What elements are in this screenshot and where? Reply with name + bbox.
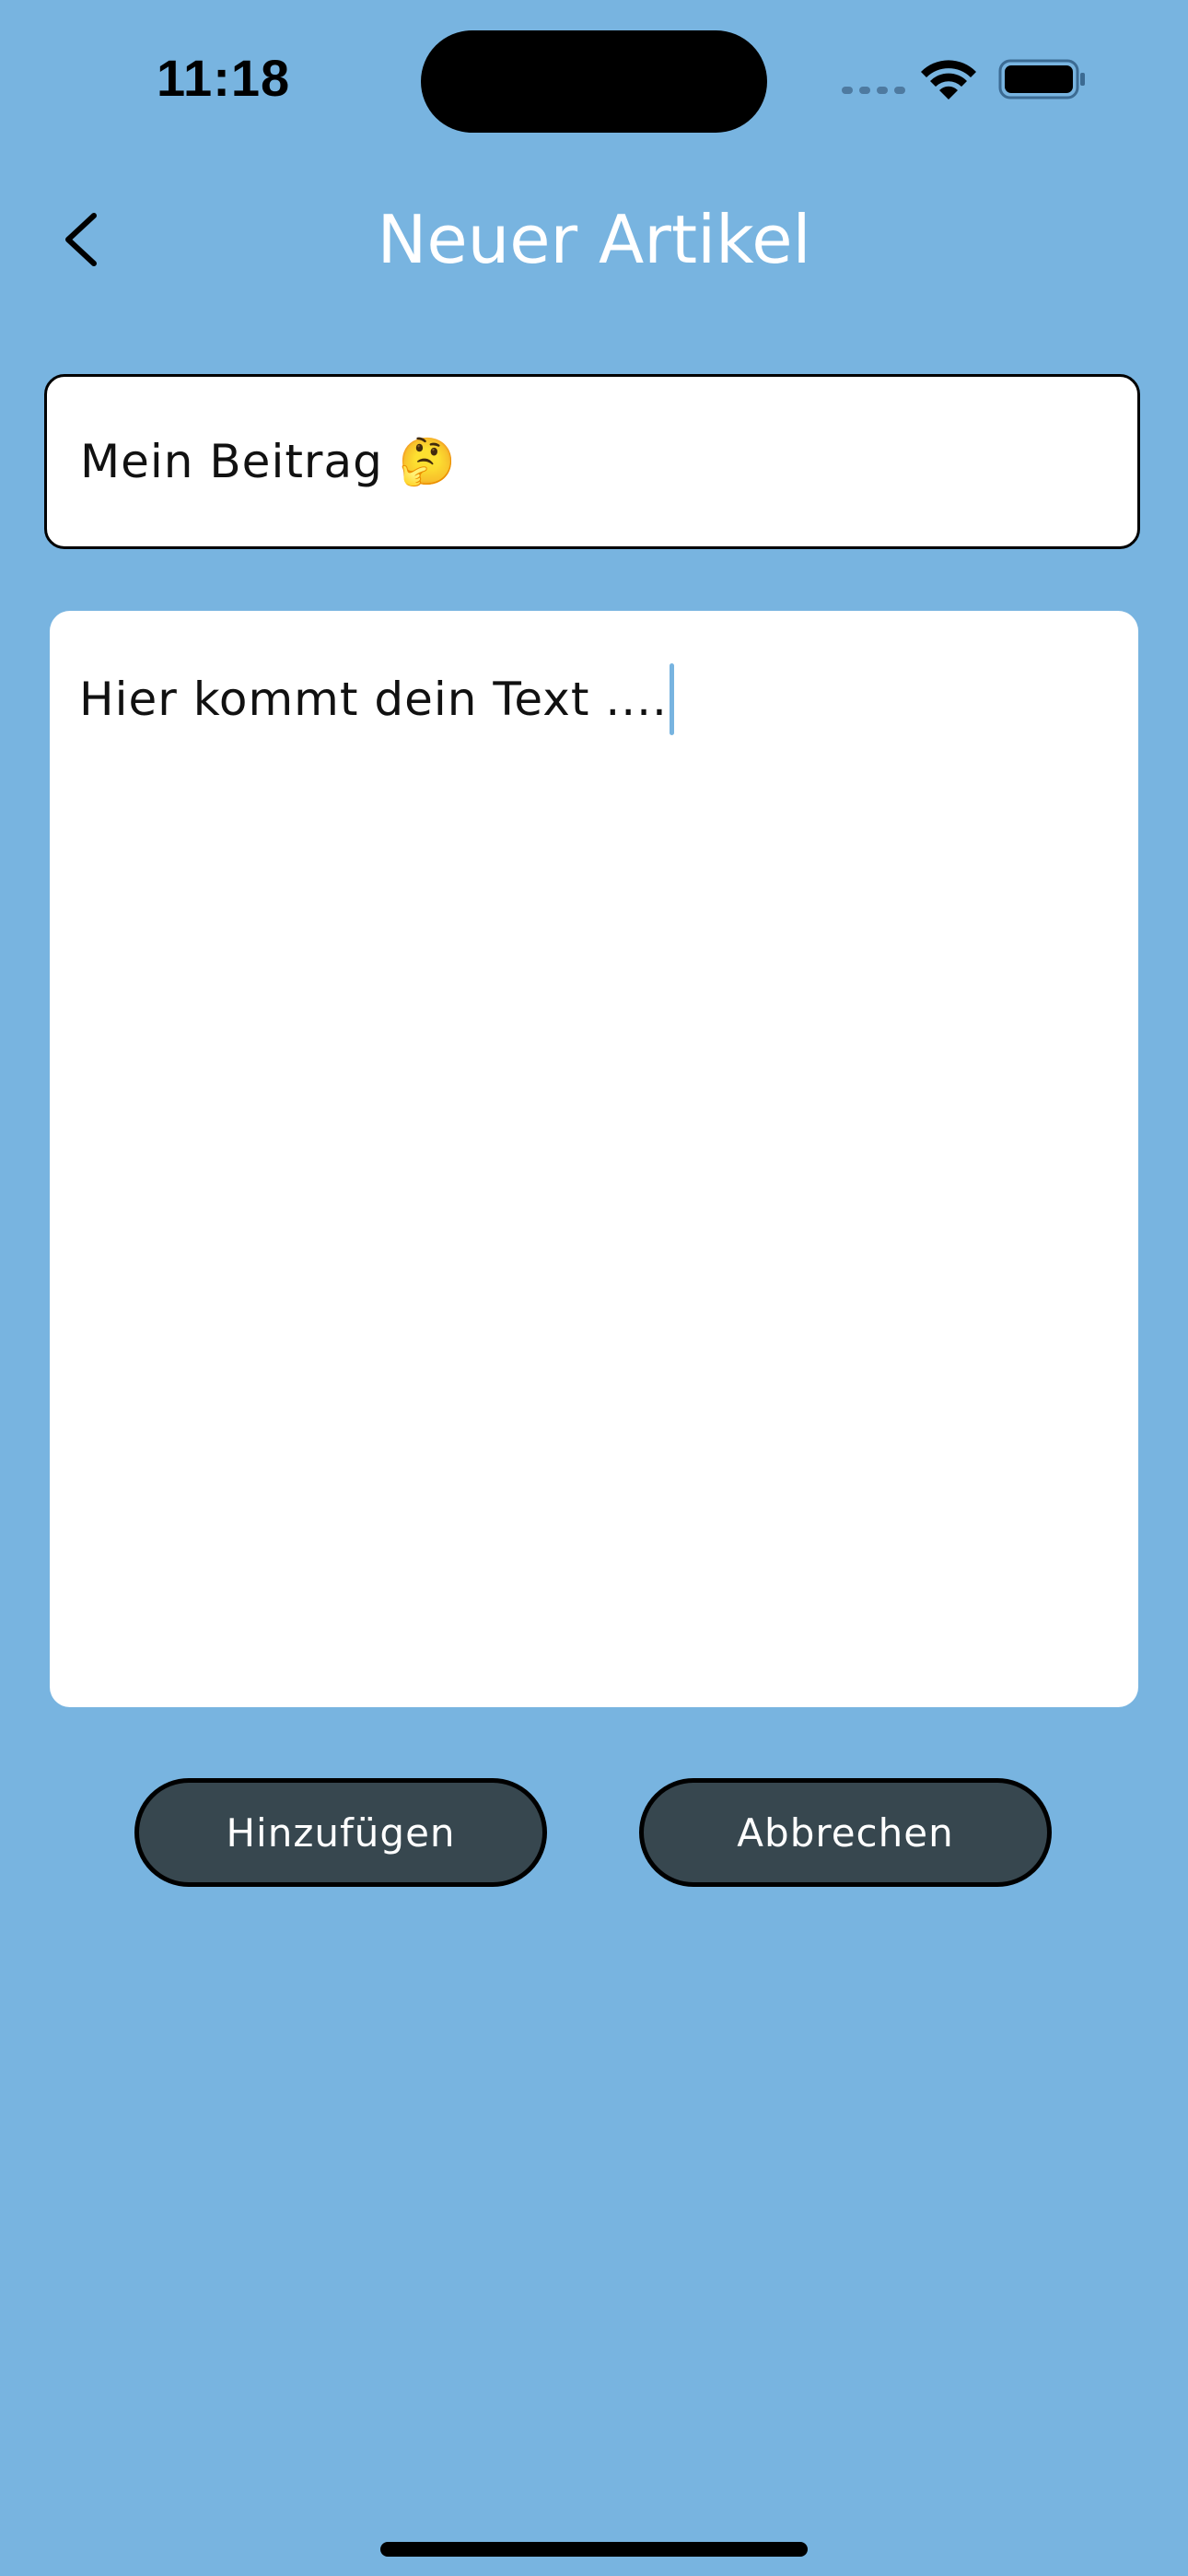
page-title: Neuer Artikel — [377, 201, 811, 278]
navigation-bar: Neuer Artikel — [0, 175, 1188, 304]
chevron-left-icon — [65, 213, 97, 266]
cellular-signal-icon — [842, 87, 905, 94]
home-indicator[interactable] — [380, 2542, 808, 2557]
article-body-value: Hier kommt dein Text .... — [79, 673, 668, 726]
back-button[interactable] — [46, 199, 127, 280]
add-button[interactable]: Hinzufügen — [134, 1778, 547, 1887]
status-time: 11:18 — [157, 49, 291, 107]
battery-icon — [998, 59, 1085, 100]
wifi-icon — [921, 60, 976, 100]
article-body-textarea[interactable]: Hier kommt dein Text .... — [50, 611, 1138, 1707]
cancel-button[interactable]: Abbrechen — [639, 1778, 1052, 1887]
dynamic-island — [421, 30, 767, 133]
status-bar: 11:18 — [0, 0, 1188, 157]
article-title-value: Mein Beitrag 🤔 — [80, 434, 458, 488]
article-title-input[interactable]: Mein Beitrag 🤔 — [44, 374, 1140, 549]
text-caret — [669, 663, 674, 735]
